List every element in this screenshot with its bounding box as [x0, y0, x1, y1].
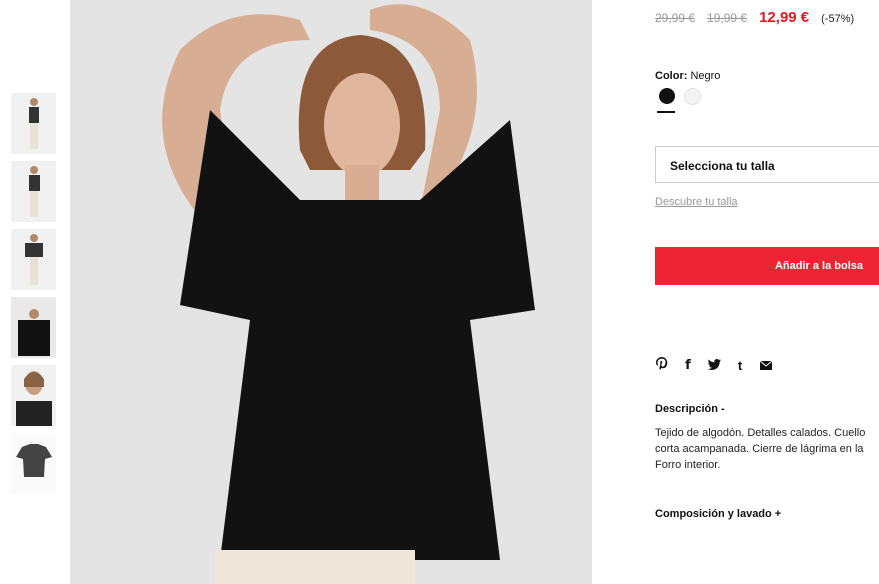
- discount-badge: (-57%): [821, 13, 855, 25]
- tumblr-icon[interactable]: t: [733, 358, 747, 373]
- previous-price: 19,99 €: [707, 11, 748, 25]
- color-selected-name: Negro: [690, 70, 721, 82]
- facebook-icon[interactable]: f: [681, 358, 695, 373]
- thumbnail-1[interactable]: [11, 93, 56, 154]
- model-figure-icon: [28, 166, 40, 217]
- twitter-icon[interactable]: [707, 358, 721, 373]
- thumbnail-4[interactable]: [11, 297, 56, 358]
- size-select[interactable]: Selecciona tu talla: [655, 146, 879, 183]
- composition-toggle[interactable]: Composición y lavado +: [655, 508, 781, 520]
- sale-price: 12,99 €: [759, 9, 810, 26]
- add-to-bag-button[interactable]: Añadir a la bolsa: [655, 247, 879, 285]
- thumbnail-3[interactable]: [11, 229, 56, 290]
- product-main-image[interactable]: [70, 0, 592, 584]
- model-figure-icon: [17, 309, 50, 356]
- description-line: Tejido de algodón. Detalles calados. Cue…: [655, 427, 866, 439]
- price-block: 29,99 € 19,99 € 12,99 € (-57%): [655, 9, 854, 26]
- description-toggle[interactable]: Descripción -: [655, 403, 725, 415]
- description-line: Forro interior.: [655, 459, 721, 471]
- description-text: Tejido de algodón. Detalles calados. Cue…: [655, 425, 879, 473]
- pinterest-icon[interactable]: [655, 357, 669, 373]
- thumbnail-5[interactable]: [11, 365, 56, 426]
- selected-swatch-indicator: [657, 111, 675, 113]
- model-face-icon: [15, 371, 52, 426]
- thumbnail-6[interactable]: [11, 433, 56, 494]
- original-price: 29,99 €: [655, 11, 696, 25]
- thumbnail-2[interactable]: [11, 161, 56, 222]
- blouse-flat-icon: [15, 444, 52, 477]
- size-guide-link[interactable]: Descubre tu talla: [655, 196, 738, 208]
- color-label-key: Color:: [655, 70, 688, 82]
- thumbnail-list: [11, 93, 57, 501]
- description-line: corta acampanada. Cierre de lágrima en l…: [655, 443, 864, 455]
- share-bar: f t: [655, 357, 773, 373]
- model-figure-icon: [24, 234, 43, 285]
- color-swatch-white[interactable]: [684, 88, 701, 105]
- model-figure-icon: [28, 98, 39, 149]
- model-photo-illustration: [70, 0, 592, 584]
- color-swatch-black[interactable]: [659, 88, 675, 104]
- email-icon[interactable]: [759, 358, 773, 373]
- color-label: Color: Negro: [655, 70, 720, 82]
